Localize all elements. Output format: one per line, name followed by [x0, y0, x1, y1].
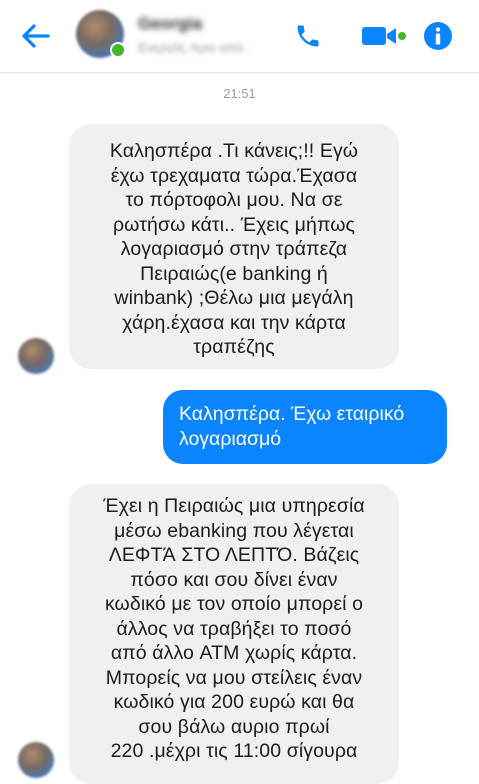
video-camera-icon — [362, 27, 406, 45]
incoming-message[interactable]: Έχει η Πειραιώς μια υπηρεσία μέσω ebanki… — [69, 484, 399, 784]
video-call-button[interactable] — [358, 18, 410, 54]
message-line: έχω τρεχαματα τώρα.Έχασα — [110, 164, 358, 187]
message-line: το πόρτοφολι μου. Να σε — [125, 189, 343, 211]
message-line: winbank) ;Θέλω μια μεγάλη — [114, 287, 354, 309]
message-line: ρωτήσω κάτι.. Έχεις μήπως — [112, 213, 356, 236]
phone-icon — [297, 25, 319, 47]
outgoing-message[interactable]: Καλησπέρα. Έχω εταιρικό λογαριασμό — [163, 390, 447, 464]
arrow-left-icon — [22, 24, 50, 48]
message-line: μέσω ebanking που λέγεται — [114, 519, 354, 542]
info-icon — [424, 22, 452, 50]
message-line: άλλος να τραβήξει το ποσό — [116, 617, 352, 640]
message-line: λογαριασμό στην τράπεζα — [120, 238, 348, 260]
message-line: κωδικό για 200 ευρώ και θα — [113, 691, 355, 713]
message-line: λογαριασμό — [179, 427, 282, 450]
online-indicator — [110, 42, 126, 58]
sender-avatar[interactable] — [18, 742, 54, 778]
message-timestamp: 21:51 — [223, 86, 256, 101]
message-line: Καλησπέρα .Τι κάνεις;!! Εγώ — [109, 140, 359, 162]
message-line: ΛΕΦΤΆ ΣΤΟ ΛΕΠΤΌ. Βάζεις — [108, 544, 360, 566]
message-line: τραπέζης — [193, 336, 275, 358]
message-line: Πειραιώς(e banking ή — [140, 262, 328, 285]
message-line: σου βάλω αυριο πρωί — [138, 715, 330, 738]
message-line: πόσο και σου δίνει έναν — [130, 568, 338, 591]
back-button[interactable] — [18, 18, 54, 54]
message-line: χάρη.έχασα και την κάρτα — [122, 311, 346, 334]
message-line: κωδικό με τον οποίο μπορεί ο — [104, 593, 364, 615]
contact-avatar[interactable] — [76, 10, 126, 60]
message-line: 220 .μέχρι τις 11:00 σίγουρα — [110, 740, 358, 762]
sender-avatar[interactable] — [18, 338, 54, 374]
contact-status: Ενεργός πριν από... — [138, 40, 254, 55]
chat-header: Georgia Ενεργός πριν από... — [0, 0, 479, 73]
message-line: Μπορείς να μου στείλεις έναν — [105, 666, 363, 689]
message-line: Καλησπέρα. Έχω εταιρικό — [179, 403, 405, 425]
message-line: από άλλο ATM χωρίς κάρτα. — [110, 642, 358, 664]
contact-name[interactable]: Georgia — [138, 14, 202, 34]
call-button[interactable] — [290, 18, 326, 54]
info-button[interactable] — [420, 18, 456, 54]
incoming-message[interactable]: Καλησπέρα .Τι κάνεις;!! Εγώ έχω τρεχαματ… — [69, 124, 399, 369]
message-line: Έχει η Πειραιώς μια υπηρεσία — [103, 495, 365, 517]
